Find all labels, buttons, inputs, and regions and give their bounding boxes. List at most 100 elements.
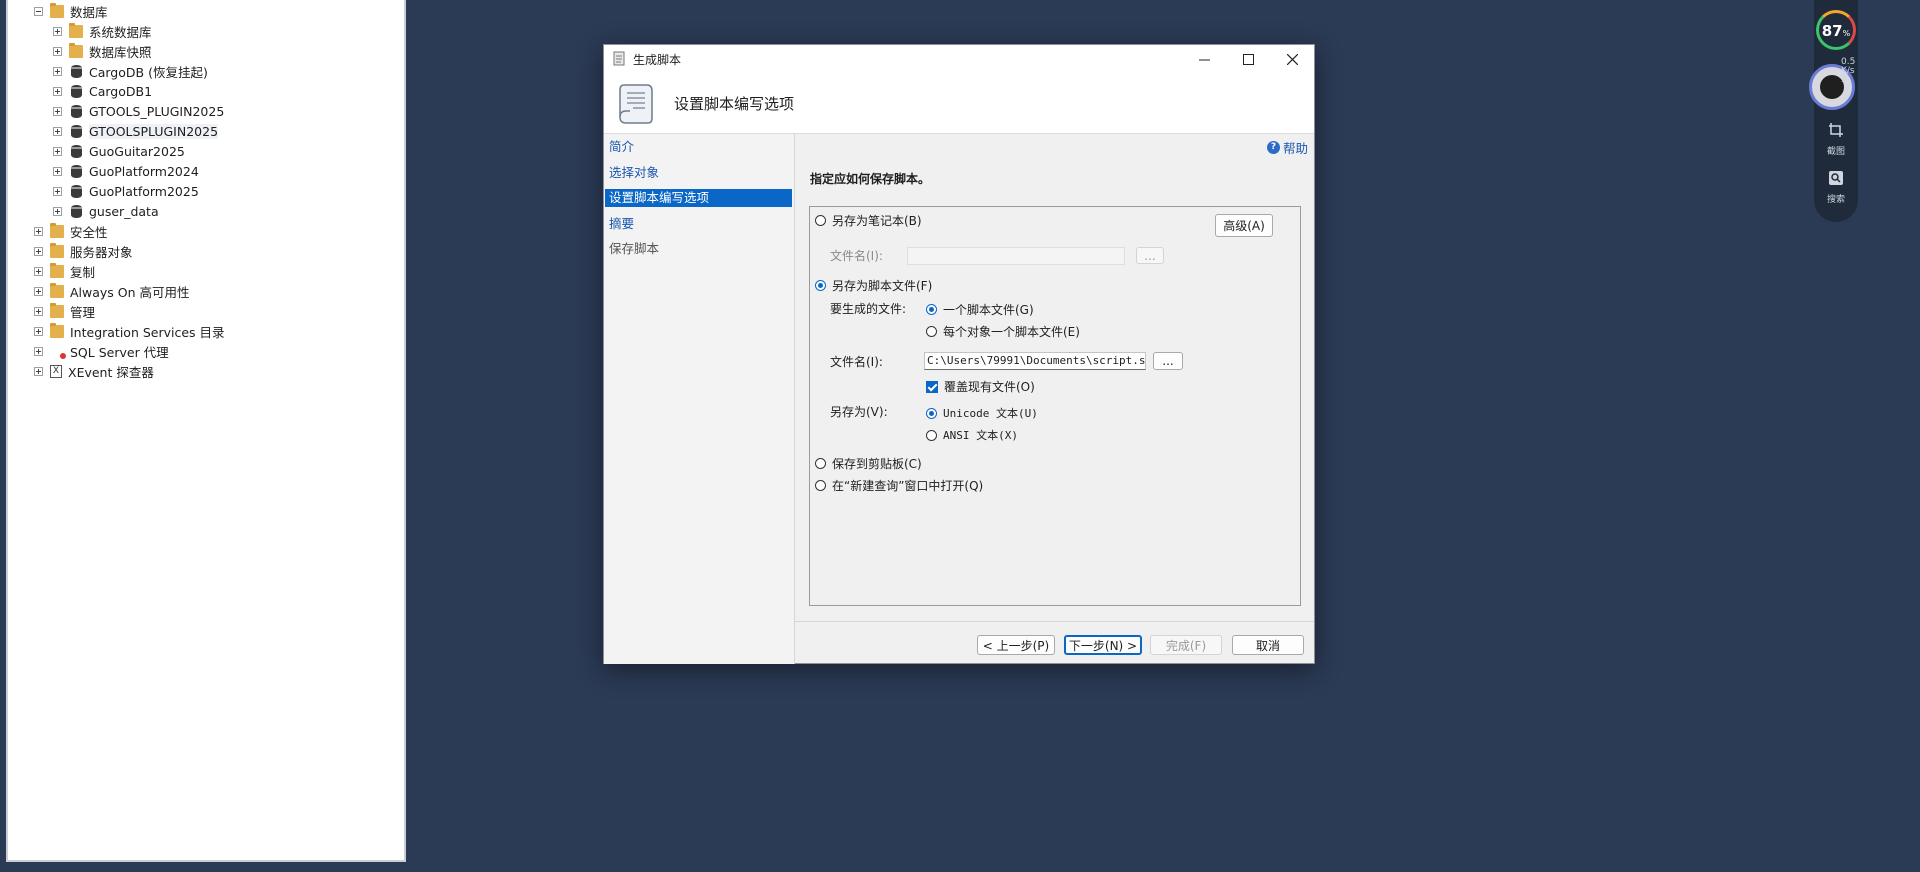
expand-icon[interactable] xyxy=(34,326,43,336)
minimize-button[interactable] xyxy=(1182,45,1226,73)
tree-node[interactable]: GuoGuitar2025 xyxy=(53,141,185,161)
file-per-object-label: 每个对象一个脚本文件(E) xyxy=(943,325,1080,339)
previous-button[interactable]: < 上一步(P) xyxy=(977,635,1055,655)
clipboard-radio[interactable]: 保存到剪贴板(C) xyxy=(815,455,922,472)
tree-node[interactable]: Integration Services 目录 xyxy=(34,321,225,341)
unicode-radio[interactable]: Unicode 文本(U) xyxy=(926,405,1038,421)
dialog-title: 生成脚本 xyxy=(633,53,682,67)
browse-button[interactable]: ... xyxy=(1153,352,1183,370)
save-script-file-radio[interactable]: 另存为脚本文件(F) xyxy=(815,277,932,294)
collapse-icon[interactable] xyxy=(34,6,43,16)
tree-node[interactable]: GuoPlatform2025 xyxy=(53,181,199,201)
expand-icon[interactable] xyxy=(34,366,43,376)
expand-icon[interactable] xyxy=(53,66,62,76)
tree-node-label: Integration Services 目录 xyxy=(70,324,225,340)
help-label: 帮助 xyxy=(1282,141,1308,156)
tree-node[interactable]: GTOOLS_PLUGIN2025 xyxy=(53,101,224,121)
save-as-label: 另存为(V): xyxy=(830,405,888,419)
expand-icon[interactable] xyxy=(53,146,62,156)
save-notebook-label: 另存为笔记本(B) xyxy=(832,214,922,228)
filename-input[interactable]: C:\Users\79991\Documents\script.sql xyxy=(924,352,1146,370)
new-query-radio[interactable]: 在“新建查询”窗口中打开(Q) xyxy=(815,477,983,494)
search-tool[interactable]: 搜索 xyxy=(1814,170,1858,205)
radio-indicator xyxy=(926,407,937,419)
expand-icon[interactable] xyxy=(34,286,43,296)
expand-icon[interactable] xyxy=(34,346,43,356)
search-label: 搜索 xyxy=(1826,195,1845,205)
expand-icon[interactable] xyxy=(53,186,62,196)
overwrite-checkbox[interactable]: 覆盖现有文件(O) xyxy=(926,378,1035,395)
tree-node-label: 安全性 xyxy=(70,224,108,240)
tree-node-label: CargoDB1 xyxy=(89,83,153,99)
filename-label: 文件名(I): xyxy=(830,355,883,369)
next-button[interactable]: 下一步(N) > xyxy=(1064,635,1142,655)
maximize-button[interactable] xyxy=(1226,45,1270,73)
help-icon: ? xyxy=(1266,141,1280,154)
tree-node[interactable]: guser_data xyxy=(53,201,159,221)
tree-node-label: 数据库 xyxy=(70,4,108,20)
folder-icon xyxy=(50,2,64,18)
tree-node[interactable]: SQL Server 代理 xyxy=(34,341,169,361)
tree-node[interactable]: CargoDB1 xyxy=(53,81,152,101)
unicode-label: Unicode 文本(U) xyxy=(943,407,1038,420)
tree-node-label: GTOOLS_PLUGIN2025 xyxy=(89,103,225,119)
tree-node[interactable]: 服务器对象 xyxy=(34,241,133,261)
folder-icon xyxy=(50,322,64,338)
save-notebook-radio[interactable]: 另存为笔记本(B) xyxy=(815,212,922,229)
expand-icon[interactable] xyxy=(34,306,43,316)
tree-node[interactable]: 系统数据库 xyxy=(53,21,152,41)
expand-icon[interactable] xyxy=(53,206,62,216)
files-to-generate-label: 要生成的文件: xyxy=(830,302,907,316)
folder-icon xyxy=(69,22,83,38)
screenshot-icon xyxy=(1829,123,1843,137)
checkbox-indicator xyxy=(926,380,938,393)
screenshot-tool[interactable]: 截图 xyxy=(1814,122,1858,157)
expand-icon[interactable] xyxy=(53,46,62,56)
expand-icon[interactable] xyxy=(53,166,62,176)
tree-node-label: 管理 xyxy=(70,304,96,320)
tree-node[interactable]: 数据库 xyxy=(34,1,108,21)
tree-node[interactable]: 管理 xyxy=(34,301,95,321)
radio-indicator xyxy=(815,280,826,291)
expand-icon[interactable] xyxy=(34,226,43,236)
expand-icon[interactable] xyxy=(53,126,62,136)
database-icon xyxy=(71,84,82,98)
single-file-radio[interactable]: 一个脚本文件(G) xyxy=(926,301,1034,318)
tree-node-label: CargoDB (恢复挂起) xyxy=(89,64,208,80)
tree-node[interactable]: X XEvent 探查器 xyxy=(34,361,154,381)
expand-icon[interactable] xyxy=(34,246,43,256)
folder-icon xyxy=(50,302,64,318)
save-prompt: 指定应如何保存脚本。 xyxy=(810,172,931,186)
ansi-radio[interactable]: ANSI 文本(X) xyxy=(926,427,1018,443)
tree-node[interactable]: GuoPlatform2024 xyxy=(53,161,199,181)
cancel-button[interactable]: 取消 xyxy=(1232,635,1304,655)
notebook-filename-label: 文件名(I): xyxy=(830,249,883,263)
dialog-titlebar[interactable]: 生成脚本 xyxy=(604,45,1314,73)
database-icon xyxy=(71,144,82,158)
xevent-icon: X xyxy=(50,364,62,378)
nav-item-intro[interactable]: 简介 xyxy=(605,138,792,156)
expand-icon[interactable] xyxy=(53,106,62,116)
advanced-button[interactable]: 高级(A) xyxy=(1215,214,1273,237)
minimize-icon xyxy=(1198,59,1210,60)
nav-item-summary[interactable]: 摘要 xyxy=(605,215,792,233)
tree-node[interactable]: Always On 高可用性 xyxy=(34,281,190,301)
file-per-object-radio[interactable]: 每个对象一个脚本文件(E) xyxy=(926,323,1080,340)
tree-node[interactable]: 复制 xyxy=(34,261,95,281)
tree-node[interactable]: GTOOLSPLUGIN2025 xyxy=(53,121,219,141)
screenshot-label: 截图 xyxy=(1826,147,1845,157)
expand-icon[interactable] xyxy=(53,86,62,96)
performance-gauge[interactable]: 87% xyxy=(1816,10,1856,50)
nav-item-choose-objects[interactable]: 选择对象 xyxy=(605,164,792,182)
help-link[interactable]: ? 帮助 xyxy=(1266,138,1308,157)
tree-node-label: guser_data xyxy=(89,203,159,219)
close-button[interactable] xyxy=(1270,45,1314,73)
expand-icon[interactable] xyxy=(53,26,62,36)
tree-node[interactable]: 安全性 xyxy=(34,221,108,241)
tree-node[interactable]: 数据库快照 xyxy=(53,41,152,61)
tree-node[interactable]: CargoDB (恢复挂起) xyxy=(53,61,208,81)
expand-icon[interactable] xyxy=(34,266,43,276)
radio-indicator xyxy=(815,215,826,226)
radio-indicator xyxy=(815,480,826,491)
nav-item-scripting-options[interactable]: 设置脚本编写选项 xyxy=(605,189,792,207)
